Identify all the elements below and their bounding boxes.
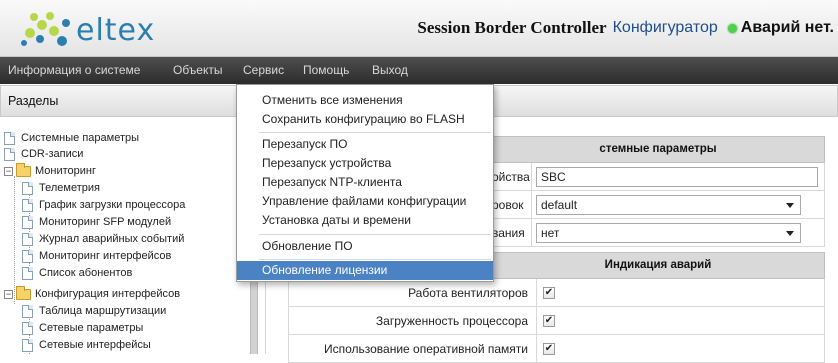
menu-item-restart-software[interactable]: Перезапуск ПО: [237, 135, 493, 154]
dropdown-arrow-icon: [786, 203, 794, 208]
header-status: Session Border Controller Конфигуратор А…: [417, 18, 834, 38]
document-icon: [22, 181, 33, 195]
tree-item-label: Системные параметры: [21, 132, 140, 144]
menu-item-update-software[interactable]: Обновление ПО: [237, 237, 493, 256]
document-icon: [22, 232, 33, 246]
device-name-input[interactable]: SBC: [536, 167, 818, 187]
settings-select[interactable]: default: [536, 195, 801, 215]
menu-item-config-files[interactable]: Управление файлами конфигурации: [237, 192, 493, 211]
field-label: ровок: [491, 191, 531, 219]
menu-item-revert-changes[interactable]: Отменить все изменения: [237, 91, 493, 110]
eltex-logo-icon: [21, 12, 70, 46]
tree-item-sfp-monitoring[interactable]: Мониторинг SFP модулей: [22, 214, 171, 230]
tree-item-label: Мониторинг интерфейсов: [39, 250, 172, 262]
product-name: Session Border Controller: [417, 18, 607, 37]
tree-folder-monitoring[interactable]: − Мониторинг: [4, 162, 97, 179]
tree-item-label: Конфигурация интерфейсов: [35, 288, 181, 300]
sections-header: Разделы: [0, 85, 250, 117]
tree-item-iface-monitoring[interactable]: Мониторинг интерфейсов: [22, 248, 171, 264]
menu-item-save-flash[interactable]: Сохранить конфигурацию во FLASH: [237, 110, 493, 129]
document-icon: [22, 215, 33, 229]
menu-service[interactable]: Сервис: [243, 57, 284, 84]
app-header: eltex Session Border Controller Конфигур…: [0, 0, 838, 57]
field-value-cell: default: [531, 191, 825, 219]
tree-item-label: Мониторинг SFP модулей: [39, 216, 172, 228]
tree-item-label: Сетевые параметры: [39, 322, 144, 334]
logo-wordmark: eltex: [76, 13, 156, 48]
alarm-status-icon: [727, 23, 737, 33]
menu-item-set-datetime[interactable]: Установка даты и времени: [237, 211, 493, 230]
tree-item-cpu-graph[interactable]: График загрузки процессора: [22, 197, 185, 213]
collapse-icon[interactable]: −: [4, 166, 13, 176]
tree-item-alarm-log[interactable]: Журнал аварийных событий: [22, 231, 184, 247]
tree-item-routing-table[interactable]: Таблица маршрутизации: [22, 303, 166, 319]
tree-item-subscribers[interactable]: Список абонентов: [22, 265, 132, 281]
tree-item-label: Список абонентов: [39, 267, 133, 279]
tree-item-label: Журнал аварийных событий: [39, 233, 185, 245]
ram-alarm-checkbox[interactable]: ✔: [543, 343, 555, 355]
tree-item-network-params[interactable]: Сетевые параметры: [22, 320, 143, 336]
select-value: default: [541, 198, 578, 212]
tree-item-label: Сетевые интерфейсы: [39, 339, 151, 351]
eltex-logo: eltex: [20, 9, 180, 49]
alarm-label: Использование оперативной памяти: [288, 335, 536, 363]
document-icon: [22, 198, 33, 212]
tree-item-label: Таблица маршрутизации: [39, 305, 167, 317]
document-icon: [22, 304, 33, 318]
menu-system-info[interactable]: Информация о системе: [8, 57, 140, 84]
menu-objects[interactable]: Объекты: [173, 57, 223, 84]
alarm-indication-title: Индикация аварий: [491, 252, 825, 279]
configurator-label: Конфигуратор: [612, 19, 718, 36]
dropdown-arrow-icon: [786, 231, 794, 236]
tree-item-label: Мониторинг: [35, 165, 97, 177]
menu-exit[interactable]: Выход: [372, 57, 408, 84]
alarm-label: Загруженность процессора: [288, 307, 536, 335]
field-value-cell: нет: [531, 219, 825, 247]
menu-separator: [259, 234, 491, 235]
menu-help[interactable]: Помощь: [303, 57, 349, 84]
menu-separator: [259, 132, 491, 133]
sections-tree: Системные параметры CDR-записи − Монитор…: [0, 118, 250, 354]
tree-item-label: CDR-записи: [21, 148, 84, 160]
collapse-icon[interactable]: −: [4, 289, 13, 299]
alarm-value-cell: ✔: [536, 307, 825, 335]
main-menu-bar: Информация о системе Объекты Сервис Помо…: [0, 57, 838, 84]
alarm-value-cell: ✔: [536, 279, 825, 307]
menu-item-update-license[interactable]: Обновление лицензии: [237, 261, 493, 280]
tree-item-telemetry[interactable]: Телеметрия: [22, 180, 100, 196]
service-dropdown-menu: Отменить все изменения Сохранить конфигу…: [236, 84, 494, 282]
document-icon: [4, 147, 15, 161]
tree-item-label: График загрузки процессора: [39, 199, 186, 211]
folder-icon: [16, 162, 31, 177]
tree-item-system-params[interactable]: Системные параметры: [4, 130, 139, 146]
field-label: ойства: [491, 163, 531, 191]
fan-alarm-checkbox[interactable]: ✔: [543, 287, 555, 299]
select-value: нет: [541, 226, 560, 240]
tree-item-cdr[interactable]: CDR-записи: [4, 146, 83, 162]
document-icon: [22, 338, 33, 352]
settings-select[interactable]: нет: [536, 223, 801, 243]
cpu-alarm-checkbox[interactable]: ✔: [543, 315, 555, 327]
tree-item-label: Телеметрия: [39, 182, 100, 194]
alarm-value-cell: ✔: [536, 335, 825, 363]
tree-item-network-interfaces[interactable]: Сетевые интерфейсы: [22, 337, 151, 353]
menu-item-restart-device[interactable]: Перезапуск устройства: [237, 154, 493, 173]
field-label: вания: [491, 219, 531, 247]
tree-line: [14, 176, 15, 304]
document-icon: [4, 131, 15, 145]
document-icon: [22, 321, 33, 335]
document-icon: [22, 249, 33, 263]
folder-icon: [16, 285, 31, 300]
menu-separator: [259, 259, 491, 260]
tree-folder-iface-config[interactable]: − Конфигурация интерфейсов: [4, 285, 181, 302]
document-icon: [22, 266, 33, 280]
system-params-title: стемные параметры: [491, 136, 825, 163]
alarm-status-text: Аварий нет.: [740, 19, 834, 36]
field-value-cell: SBC: [531, 163, 825, 191]
alarm-label: Работа вентиляторов: [288, 279, 536, 307]
menu-item-restart-ntp[interactable]: Перезапуск NTP-клиента: [237, 173, 493, 192]
